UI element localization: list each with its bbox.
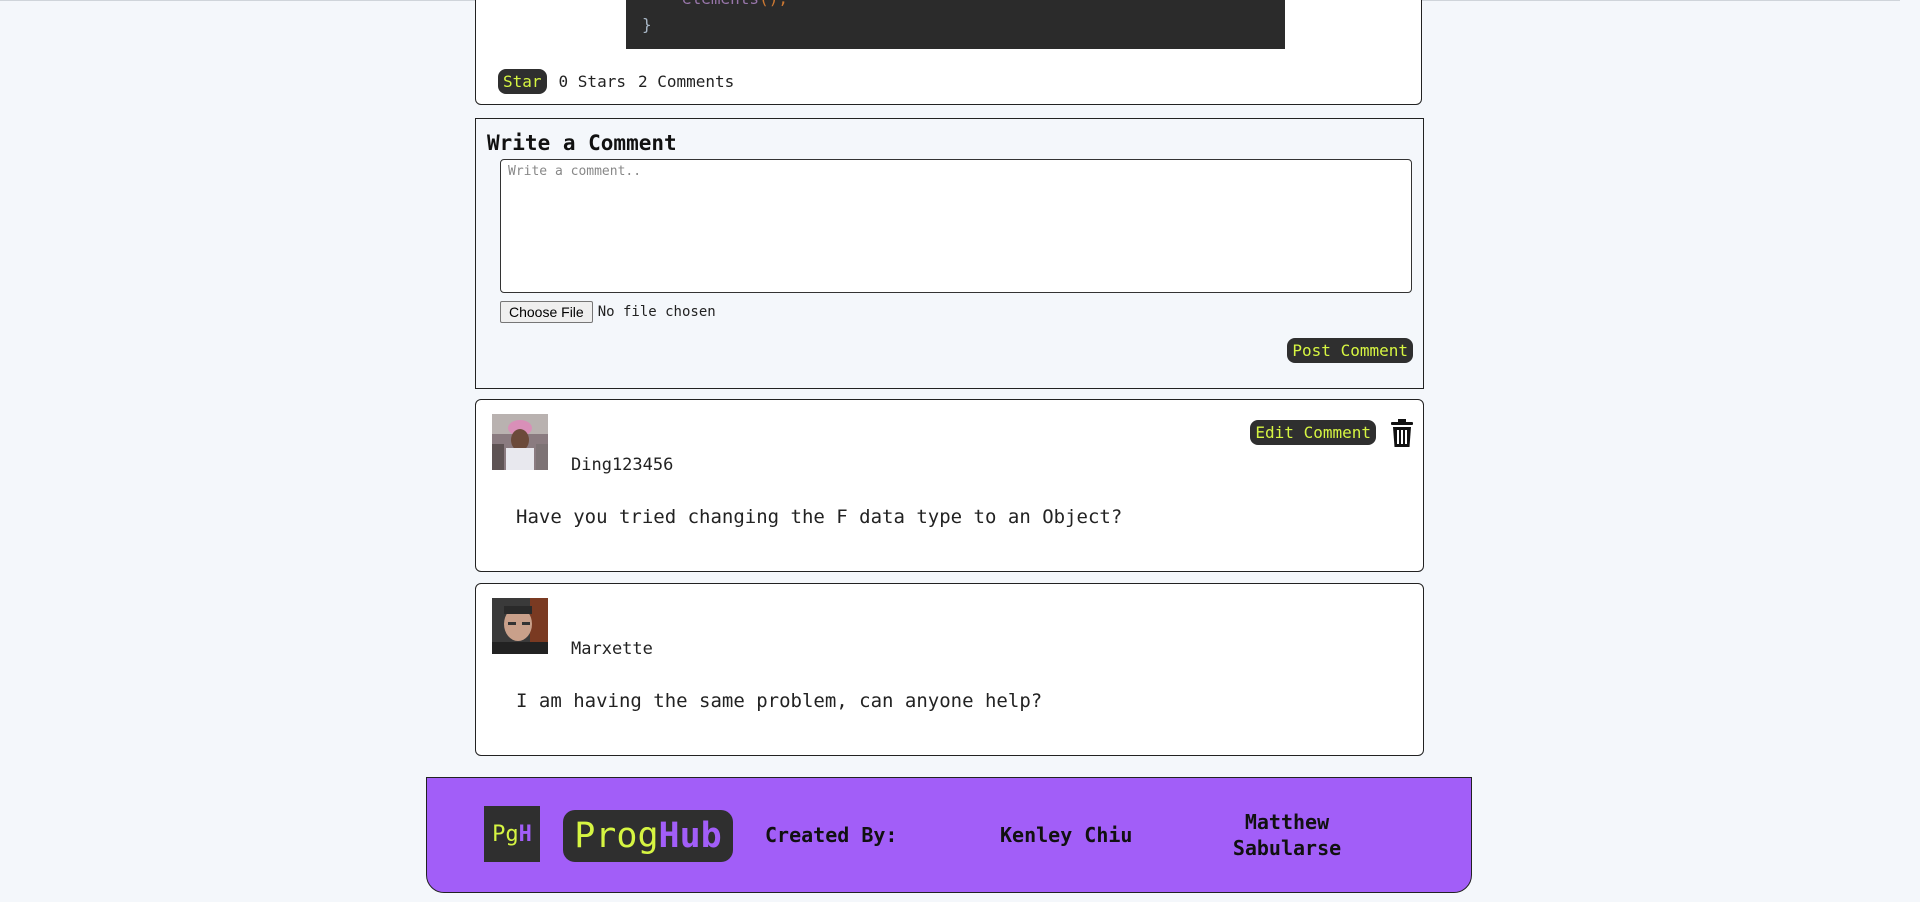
comment-text: I am having the same problem, can anyone… — [516, 690, 1043, 712]
code-line: } — [642, 15, 652, 34]
comment-input[interactable] — [500, 159, 1412, 293]
footer: Pg H Prog Hub Created By: Kenley Chiu Matt… — [426, 777, 1472, 893]
comment-username[interactable]: Marxette — [571, 639, 653, 659]
creator-name: Matthew Sabularse — [1232, 810, 1342, 860]
avatar[interactable] — [492, 598, 548, 654]
comment-text: Have you tried changing the F data type … — [516, 506, 1123, 528]
avatar[interactable] — [492, 414, 548, 470]
proghub-logo[interactable]: Prog Hub — [563, 810, 733, 862]
choose-file-button[interactable]: Choose File — [500, 301, 593, 323]
code-block: elements(); } — [626, 0, 1285, 49]
file-upload-row: Choose File No file chosen — [500, 301, 716, 323]
proghub-logo-icon[interactable]: Pg H — [484, 806, 540, 862]
code-line: elements(); — [682, 0, 788, 8]
comment-card: Ding123456 Have you tried changing the F… — [475, 399, 1424, 572]
comments-count: 2 Comments — [637, 72, 735, 91]
trash-icon[interactable] — [1389, 418, 1415, 448]
comment-username[interactable]: Ding123456 — [571, 455, 673, 475]
file-status: No file chosen — [597, 304, 716, 320]
star-button[interactable]: Star — [498, 69, 547, 94]
write-comment-box: Write a Comment Choose File No file chos… — [475, 118, 1424, 389]
post-actions: Star 0 Stars 2 Comments — [498, 69, 734, 94]
created-by-label: Created By: — [765, 823, 898, 847]
creator-name: Kenley Chiu — [1000, 823, 1133, 847]
edit-comment-button[interactable]: Edit Comment — [1250, 420, 1376, 445]
post-card: elements(); } Star 0 Stars 2 Comments — [475, 0, 1422, 105]
write-comment-title: Write a Comment — [487, 131, 677, 155]
stars-count: 0 Stars — [558, 72, 626, 91]
comment-card: Marxette I am having the same problem, c… — [475, 583, 1424, 756]
post-comment-button[interactable]: Post Comment — [1287, 338, 1413, 363]
